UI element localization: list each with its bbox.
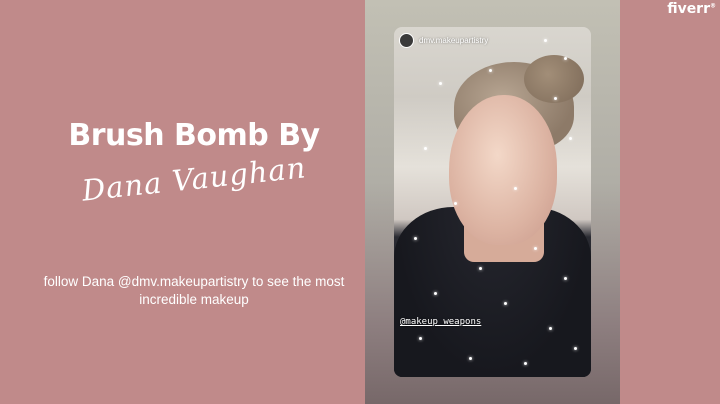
story-video[interactable]: dmv.makeupartistry @makeup_weapons [394,27,591,377]
story-mention-tag[interactable]: @makeup_weapons [400,317,481,327]
story-header: dmv.makeupartistry [399,33,488,48]
story-username[interactable]: dmv.makeupartistry [419,36,488,45]
logo-text: fiverr [667,1,710,17]
fiverr-logo: fiverr® [667,1,716,17]
promo-description: follow Dana @dmv.makeupartistry to see t… [43,274,345,307]
face-shape [449,95,557,245]
registered-mark: ® [710,2,716,10]
promo-panel: Brush Bomb By Dana Vaughan follow Dana @… [0,0,365,404]
avatar[interactable] [399,33,414,48]
hair-bun-shape [524,55,584,103]
